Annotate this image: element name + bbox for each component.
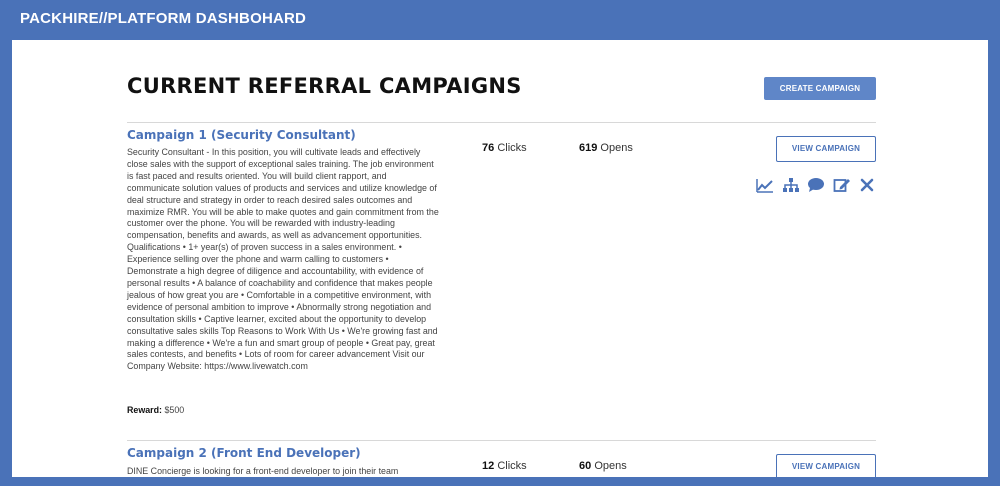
page-title: CURRENT REFERRAL CAMPAIGNS xyxy=(127,74,522,98)
chart-line-icon[interactable] xyxy=(756,177,774,193)
opens-metric: 60 Opens xyxy=(579,460,627,472)
clicks-count: 12 xyxy=(482,460,495,472)
divider xyxy=(127,440,876,441)
clicks-label: Clicks xyxy=(497,460,527,472)
dashboard-panel: CURRENT REFERRAL CAMPAIGNS CREATE CAMPAI… xyxy=(12,40,988,477)
reward-value: $500 xyxy=(164,405,185,415)
campaign-description: DINE Concierge is looking for a front-en… xyxy=(127,466,399,476)
edit-icon[interactable] xyxy=(833,177,851,193)
view-campaign-button[interactable]: VIEW CAMPAIGN xyxy=(776,136,876,162)
view-campaign-button[interactable]: VIEW CAMPAIGN xyxy=(776,454,876,477)
app-brand: PACKHIRE//PLATFORM DASHBOHARD xyxy=(20,10,307,27)
opens-count: 619 xyxy=(579,142,598,154)
campaign-reward: Reward: $500 xyxy=(127,405,184,415)
close-icon[interactable] xyxy=(858,177,876,193)
opens-metric: 619 Opens xyxy=(579,142,633,154)
divider xyxy=(127,122,876,123)
opens-label: Opens xyxy=(600,142,633,154)
clicks-metric: 76 Clicks xyxy=(482,142,527,154)
sitemap-icon[interactable] xyxy=(782,177,800,193)
campaign-actions xyxy=(756,176,876,194)
campaign-description: Security Consultant - In this position, … xyxy=(127,147,439,372)
opens-label: Opens xyxy=(594,460,627,472)
opens-count: 60 xyxy=(579,460,592,472)
campaign-title-link[interactable]: Campaign 1 (Security Consultant) xyxy=(127,128,356,142)
create-campaign-button[interactable]: CREATE CAMPAIGN xyxy=(764,77,876,100)
campaign-title-link[interactable]: Campaign 2 (Front End Developer) xyxy=(127,446,361,460)
clicks-count: 76 xyxy=(482,142,495,154)
top-bar: PACKHIRE//PLATFORM DASHBOHARD xyxy=(0,0,1000,40)
comment-icon[interactable] xyxy=(807,177,825,193)
clicks-metric: 12 Clicks xyxy=(482,460,527,472)
reward-label: Reward: xyxy=(127,405,163,415)
clicks-label: Clicks xyxy=(497,142,527,154)
campaigns-content: CURRENT REFERRAL CAMPAIGNS CREATE CAMPAI… xyxy=(127,40,876,477)
